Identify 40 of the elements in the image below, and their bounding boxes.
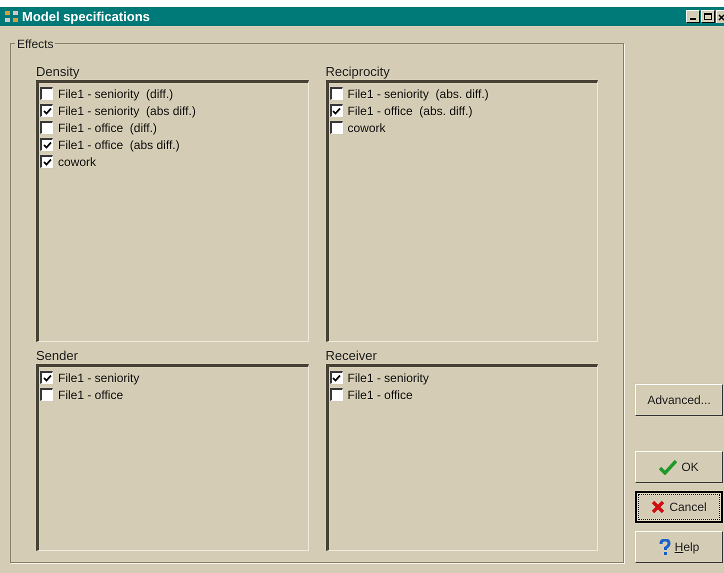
checkbox-label: File1 - office <box>58 386 124 404</box>
checkbox-label: cowork <box>348 120 386 136</box>
checkbox[interactable] <box>330 121 342 134</box>
checkbox[interactable] <box>40 388 53 401</box>
checkbox-label: File1 - seniority <box>348 370 429 386</box>
checkbox-label: File1 - seniority (diff.) <box>58 86 174 102</box>
window-title: Model specifications <box>22 8 150 26</box>
panel-title: Receiver <box>326 348 378 364</box>
checkbox-label: File1 - seniority (abs diff.) <box>58 102 196 120</box>
checkbox[interactable] <box>330 388 342 401</box>
checkbox-label: File1 - office (abs. diff.) <box>348 102 472 120</box>
checkbox[interactable] <box>40 87 53 100</box>
advanced-button[interactable]: Advanced... <box>635 384 723 416</box>
question-icon <box>658 538 671 556</box>
cross-icon <box>651 500 666 514</box>
panel-title: Density <box>36 64 80 80</box>
checkbox[interactable] <box>330 87 342 100</box>
checkbox-label: cowork <box>58 154 96 170</box>
maximize-button[interactable] <box>701 10 715 23</box>
checkbox[interactable] <box>40 121 53 134</box>
panel-title: Sender <box>36 348 79 364</box>
close-button[interactable] <box>716 10 724 23</box>
cancel-button[interactable]: Cancel <box>635 491 723 523</box>
app-icon <box>4 10 20 24</box>
checkbox[interactable] <box>40 371 53 384</box>
checkbox-label: File1 - office (abs diff.) <box>58 136 180 154</box>
checkbox[interactable] <box>40 104 53 117</box>
checkbox[interactable] <box>40 155 53 168</box>
checkbox-label: File1 - office (diff.) <box>58 120 157 136</box>
checkbox[interactable] <box>330 104 342 117</box>
help-button[interactable]: Help <box>635 531 723 563</box>
checkbox[interactable] <box>330 371 342 384</box>
checkbox[interactable] <box>40 138 53 151</box>
checkbox-label: File1 - seniority (abs. diff.) <box>348 86 489 102</box>
checkmark-icon <box>659 459 678 475</box>
minimize-button[interactable] <box>686 10 700 23</box>
ok-button[interactable]: OK <box>635 451 723 483</box>
panel-title: Reciprocity <box>326 64 391 80</box>
checkbox-label: File1 - office <box>348 386 413 404</box>
checkbox-label: File1 - seniority <box>58 370 140 386</box>
